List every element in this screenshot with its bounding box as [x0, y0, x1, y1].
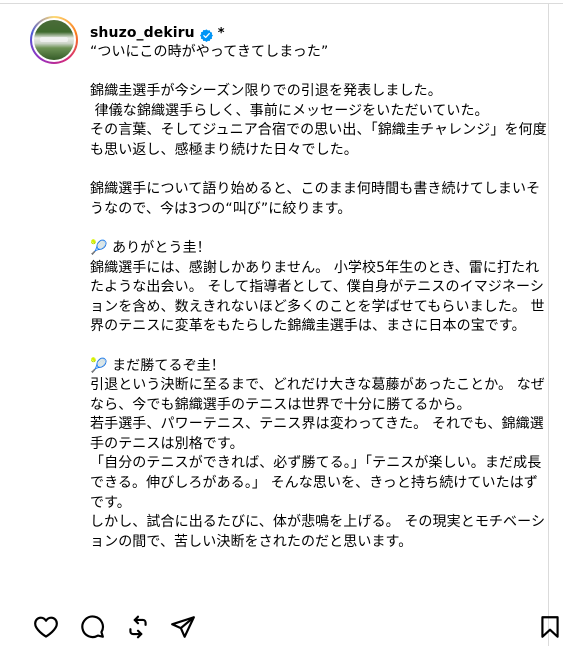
badge-suffix: * — [217, 25, 225, 41]
verified-badge-icon — [199, 27, 213, 42]
top-divider — [0, 0, 563, 4]
send-icon[interactable] — [170, 614, 196, 640]
action-bar — [0, 598, 563, 646]
username-link[interactable]: shuzo_dekiru — [90, 25, 195, 41]
repost-icon[interactable] — [125, 614, 151, 640]
caption-text: “ついにこの時がやってきてしまった” 錦織圭選手が今シーズン限りでの引退を発表し… — [90, 44, 547, 550]
avatar[interactable] — [30, 16, 78, 64]
right-divider — [548, 4, 549, 646]
post-header: shuzo_dekiru * — [90, 24, 548, 42]
heart-icon[interactable] — [33, 614, 59, 640]
avatar-image — [34, 20, 74, 60]
comment-icon[interactable] — [79, 614, 105, 640]
bookmark-icon[interactable] — [537, 614, 563, 640]
post-caption-container: shuzo_dekiru * “ついにこの時がやってきてしまった” 錦織圭選手が… — [90, 24, 548, 596]
